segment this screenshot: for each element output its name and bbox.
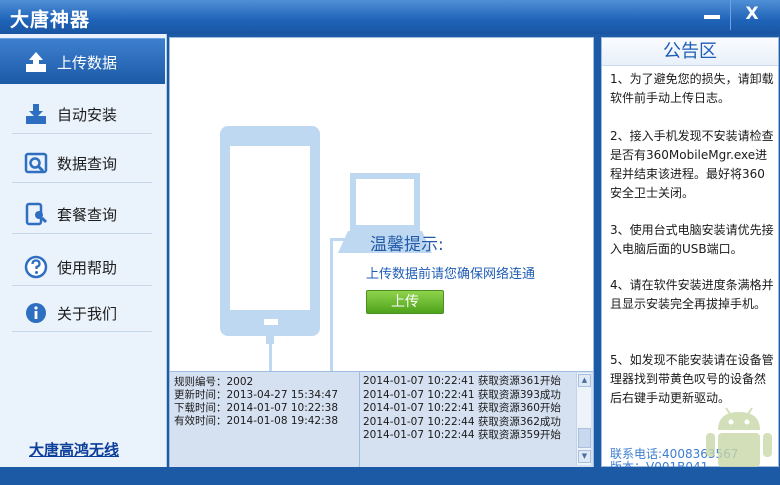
notice-item: 3、使用台式电脑安装请优先接入电脑后面的USB端口。 bbox=[610, 223, 774, 256]
bottom-bar bbox=[0, 467, 780, 485]
upload-icon bbox=[26, 52, 46, 72]
sidebar-item-help[interactable]: 使用帮助 bbox=[0, 244, 165, 290]
rule-info-box: 规则编号：2002 更新时间：2013-04-27 15:34:47 下载时间：… bbox=[170, 371, 360, 467]
sidebar: 上传数据 自动安装 数据查询 套餐查询 使用帮助 关于我们 大唐高鸿无线 bbox=[0, 34, 167, 467]
sidebar-item-label: 关于我们 bbox=[57, 305, 118, 323]
log-line: 2014-01-07 10:22:41 获取资源361开始 bbox=[363, 375, 561, 387]
search-icon bbox=[24, 152, 48, 174]
tip-text: 上传数据前请您确保网络连通 bbox=[366, 267, 536, 282]
scroll-thumb[interactable] bbox=[578, 428, 591, 448]
divider bbox=[12, 182, 152, 183]
phone-to-pc-illustration bbox=[220, 126, 432, 371]
log-line: 2014-01-07 10:22:41 获取资源360开始 bbox=[363, 402, 561, 414]
notice-item: 4、请在软件安装进度条满格并且显示安装完全再拔掉手机。 bbox=[610, 278, 774, 311]
sidebar-item-label: 自动安装 bbox=[57, 106, 118, 124]
sidebar-item-upload-data[interactable]: 上传数据 bbox=[0, 38, 165, 84]
scroll-up-button[interactable]: ▲ bbox=[578, 374, 591, 387]
brand-link[interactable]: 大唐高鸿无线 bbox=[29, 439, 119, 460]
sidebar-item-label: 数据查询 bbox=[57, 155, 118, 173]
download-icon bbox=[26, 104, 46, 124]
minimize-icon bbox=[704, 15, 720, 19]
sidebar-item-auto-install[interactable]: 自动安装 bbox=[0, 91, 165, 137]
notice-item: 2、接入手机发现不安装请检查是否有360MobileMgr.exe进程并结束该进… bbox=[610, 129, 774, 200]
notice-title: 公告区 bbox=[602, 38, 778, 66]
info-line: 下载时间：2014-01-07 10:22:38 bbox=[174, 402, 339, 414]
log-line: 2014-01-07 10:22:44 获取资源359开始 bbox=[363, 429, 561, 441]
sidebar-item-label: 套餐查询 bbox=[57, 206, 118, 224]
tip-title: 温馨提示: bbox=[370, 235, 444, 255]
divider bbox=[12, 285, 152, 286]
upload-button[interactable]: 上传 bbox=[366, 290, 444, 314]
info-line: 更新时间：2013-04-27 15:34:47 bbox=[174, 389, 339, 401]
sidebar-item-package-query[interactable]: 套餐查询 bbox=[0, 191, 165, 237]
log-box: 2014-01-07 10:22:41 获取资源361开始 2014-01-07… bbox=[360, 371, 593, 467]
info-line: 有效时间：2014-01-08 19:42:38 bbox=[174, 415, 339, 427]
log-line: 2014-01-07 10:22:44 获取资源362成功 bbox=[363, 415, 561, 428]
divider bbox=[12, 233, 152, 234]
title-bar: 大唐神器 X bbox=[0, 0, 780, 34]
close-button[interactable]: X bbox=[733, 0, 771, 30]
log-scrollbar[interactable]: ▲ ▼ bbox=[576, 373, 591, 465]
divider bbox=[12, 331, 152, 332]
sidebar-item-data-query[interactable]: 数据查询 bbox=[0, 140, 165, 186]
log-line: 2014-01-07 10:22:41 获取资源393成功 bbox=[363, 388, 561, 401]
info-line: 规则编号：2002 bbox=[174, 376, 254, 388]
divider bbox=[12, 133, 152, 134]
window-title: 大唐神器 bbox=[10, 9, 91, 31]
help-icon bbox=[24, 255, 48, 279]
sidebar-item-about-us[interactable]: 关于我们 bbox=[0, 290, 165, 336]
main-panel: 温馨提示: 上传数据前请您确保网络连通 上传 规则编号：2002 更新时间：20… bbox=[169, 37, 594, 467]
android-watermark-icon bbox=[706, 407, 772, 467]
sidebar-item-label: 上传数据 bbox=[57, 54, 118, 72]
minimize-button[interactable] bbox=[693, 0, 731, 30]
info-icon bbox=[26, 303, 46, 323]
package-icon bbox=[25, 202, 48, 226]
sidebar-item-label: 使用帮助 bbox=[57, 259, 118, 277]
notice-item: 1、为了避免您的损失，请卸载软件前手动上传日志。 bbox=[610, 72, 774, 105]
scroll-down-button[interactable]: ▼ bbox=[578, 450, 591, 463]
